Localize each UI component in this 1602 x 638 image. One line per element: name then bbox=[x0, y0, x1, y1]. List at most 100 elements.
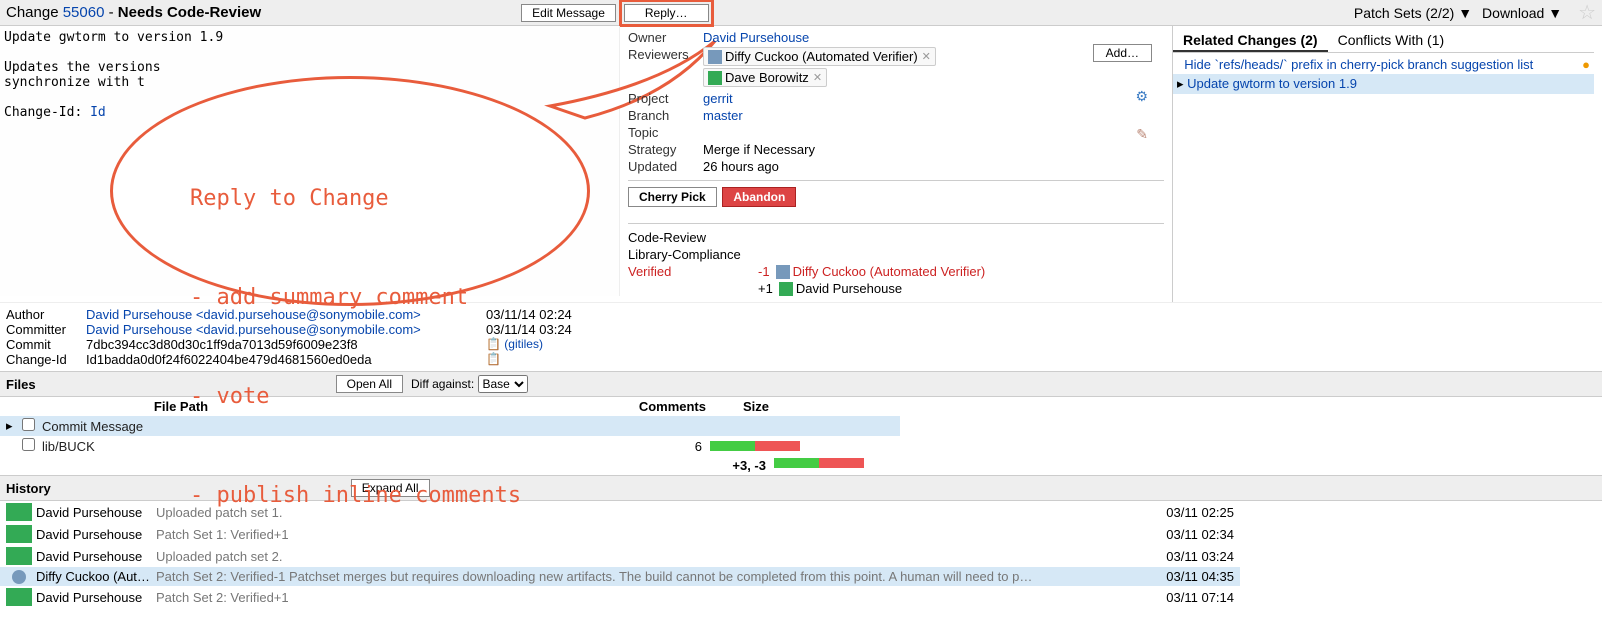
col-comments: Comments bbox=[356, 399, 706, 414]
clipboard-icon[interactable]: 📋 bbox=[486, 352, 501, 366]
history-row[interactable]: David PursehousePatch Set 2: Verified+10… bbox=[0, 586, 1240, 608]
branch-link[interactable]: master bbox=[703, 108, 743, 123]
changeid-label: Change-Id bbox=[6, 352, 86, 367]
history-table: David PursehouseUploaded patch set 1.03/… bbox=[0, 501, 1240, 608]
file-link[interactable]: lib/BUCK bbox=[42, 439, 95, 454]
vote-negative: -1 bbox=[758, 264, 770, 279]
edit-topic-icon[interactable]: ✎ bbox=[1136, 126, 1148, 143]
history-row[interactable]: David PursehousePatch Set 1: Verified+10… bbox=[0, 523, 1240, 545]
diff-size-bar bbox=[710, 441, 800, 451]
reviewer-chip[interactable]: Diffy Cuckoo (Automated Verifier) ✕ bbox=[703, 47, 936, 66]
related-changes-panel: Related Changes (2) Conflicts With (1) H… bbox=[1172, 26, 1602, 302]
committer-link[interactable]: David Pursehouse <david.pursehouse@sonym… bbox=[86, 322, 421, 337]
voter-chip[interactable]: David Pursehouse bbox=[779, 281, 902, 296]
reviewers-label: Reviewers bbox=[628, 47, 703, 89]
commit-hash: 7dbc394cc3d80d30c1ff9da7013d59f6009e23f8 bbox=[86, 337, 486, 352]
commit-metadata: Author David Pursehouse <david.pursehous… bbox=[0, 302, 1602, 371]
gitiles-link[interactable]: (gitiles) bbox=[504, 337, 543, 351]
committer-date: 03/11/14 03:24 bbox=[486, 322, 596, 337]
committer-label: Committer bbox=[6, 322, 86, 337]
verified-label: Verified bbox=[628, 264, 758, 279]
commit-msg-line: Update gwtorm to version 1.9 bbox=[4, 30, 223, 45]
change-number-link[interactable]: 55060 bbox=[63, 4, 105, 21]
reviewer-name: Diffy Cuckoo (Automated Verifier) bbox=[725, 49, 918, 64]
owner-link[interactable]: David Pursehouse bbox=[703, 30, 809, 45]
remove-reviewer-icon[interactable]: ✕ bbox=[813, 71, 822, 84]
commit-msg-line: Change-Id: bbox=[4, 105, 90, 120]
avatar-icon bbox=[779, 282, 793, 296]
reviewer-name: Dave Borowitz bbox=[725, 70, 809, 85]
changeid-value: Id1badda0d0f24f6022404be479d4681560ed0ed… bbox=[86, 352, 486, 367]
col-size: Size bbox=[706, 399, 806, 414]
vote-positive: +1 bbox=[758, 281, 773, 296]
files-section-header: Files Open All Diff against: Base bbox=[0, 371, 1602, 397]
updated-value: 26 hours ago bbox=[703, 159, 779, 174]
tab-related-changes[interactable]: Related Changes (2) bbox=[1173, 30, 1328, 52]
reviewer-chip[interactable]: Dave Borowitz ✕ bbox=[703, 68, 827, 87]
tab-conflicts-with[interactable]: Conflicts With (1) bbox=[1328, 30, 1455, 52]
edit-message-button[interactable]: Edit Message bbox=[521, 4, 616, 22]
expand-icon[interactable]: ▸ bbox=[6, 418, 22, 434]
changeid-link[interactable]: Id bbox=[90, 105, 106, 120]
change-title: Change 55060 - Needs Code-Review bbox=[6, 4, 261, 21]
avatar-icon bbox=[6, 503, 32, 521]
remove-reviewer-icon[interactable]: ✕ bbox=[922, 50, 931, 63]
diff-against-select[interactable]: Base bbox=[478, 375, 528, 393]
project-link[interactable]: gerrit bbox=[703, 91, 733, 106]
branch-label: Branch bbox=[628, 108, 703, 123]
avatar-icon bbox=[708, 50, 722, 64]
updated-label: Updated bbox=[628, 159, 703, 174]
commit-msg-line: synchronize with t bbox=[4, 75, 145, 90]
download-dropdown[interactable]: Download ▼ bbox=[1482, 5, 1562, 21]
star-icon[interactable]: ☆ bbox=[1578, 0, 1596, 25]
related-item-current[interactable]: ▸ Update gwtorm to version 1.9 bbox=[1173, 74, 1594, 94]
owner-label: Owner bbox=[628, 30, 703, 45]
reply-button[interactable]: Reply… bbox=[624, 4, 709, 22]
avatar-icon bbox=[6, 547, 32, 565]
avatar-icon bbox=[708, 71, 722, 85]
add-reviewer-button[interactable]: Add… bbox=[1093, 44, 1152, 62]
author-label: Author bbox=[6, 307, 86, 322]
project-label: Project bbox=[628, 91, 703, 106]
related-item[interactable]: Hide `refs/heads/` prefix in cherry-pick… bbox=[1173, 55, 1594, 74]
file-comment-count: 6 bbox=[642, 439, 702, 454]
abandon-button[interactable]: Abandon bbox=[722, 187, 796, 207]
change-status: Needs Code-Review bbox=[118, 4, 261, 21]
diff-totals: +3, -3 bbox=[706, 458, 766, 473]
col-file-path: File Path bbox=[6, 399, 356, 414]
commit-label: Commit bbox=[6, 337, 86, 352]
history-row[interactable]: David PursehouseUploaded patch set 2.03/… bbox=[0, 545, 1240, 567]
file-link[interactable]: Commit Message bbox=[42, 419, 143, 434]
open-all-button[interactable]: Open All bbox=[336, 375, 403, 393]
history-row[interactable]: Diffy Cuckoo (Aut…Patch Set 2: Verified-… bbox=[0, 567, 1240, 586]
file-reviewed-checkbox[interactable] bbox=[22, 438, 35, 451]
strategy-value: Merge if Necessary bbox=[703, 142, 815, 157]
history-label: History bbox=[6, 481, 51, 496]
strategy-label: Strategy bbox=[628, 142, 703, 157]
expand-all-button[interactable]: Expand All bbox=[351, 479, 430, 497]
history-section-header: History Expand All bbox=[0, 475, 1602, 501]
topic-label: Topic bbox=[628, 125, 703, 140]
files-label: Files bbox=[6, 377, 36, 392]
history-row[interactable]: David PursehouseUploaded patch set 1.03/… bbox=[0, 501, 1240, 523]
library-compliance-label: Library-Compliance bbox=[628, 247, 758, 262]
file-row[interactable]: ▸ Commit Message bbox=[0, 416, 900, 436]
avatar-icon bbox=[12, 570, 26, 584]
cherry-pick-button[interactable]: Cherry Pick bbox=[628, 187, 717, 207]
commit-msg-line: Updates the versions bbox=[4, 60, 161, 75]
avatar-icon bbox=[6, 525, 32, 543]
commit-message-box: Update gwtorm to version 1.9 Updates the… bbox=[0, 26, 620, 296]
status-dot-icon: ● bbox=[1582, 57, 1590, 72]
annotation-callout: Reply to Change - add summary comment - … bbox=[110, 76, 600, 311]
diff-size-bar bbox=[774, 458, 864, 468]
patch-sets-dropdown[interactable]: Patch Sets (2/2) ▼ bbox=[1354, 5, 1472, 21]
voter-chip[interactable]: Diffy Cuckoo (Automated Verifier) bbox=[776, 264, 986, 279]
clipboard-icon[interactable]: 📋 bbox=[486, 337, 501, 351]
gear-icon[interactable]: ⚙ bbox=[1135, 88, 1148, 105]
author-date: 03/11/14 02:24 bbox=[486, 307, 596, 322]
file-row[interactable]: lib/BUCK 6 bbox=[0, 436, 900, 456]
author-link[interactable]: David Pursehouse <david.pursehouse@sonym… bbox=[86, 307, 421, 322]
files-table: File Path Comments Size ▸ Commit Message… bbox=[0, 397, 900, 475]
change-info-block: Owner David Pursehouse Reviewers Diffy C… bbox=[620, 26, 1172, 302]
file-reviewed-checkbox[interactable] bbox=[22, 418, 35, 431]
